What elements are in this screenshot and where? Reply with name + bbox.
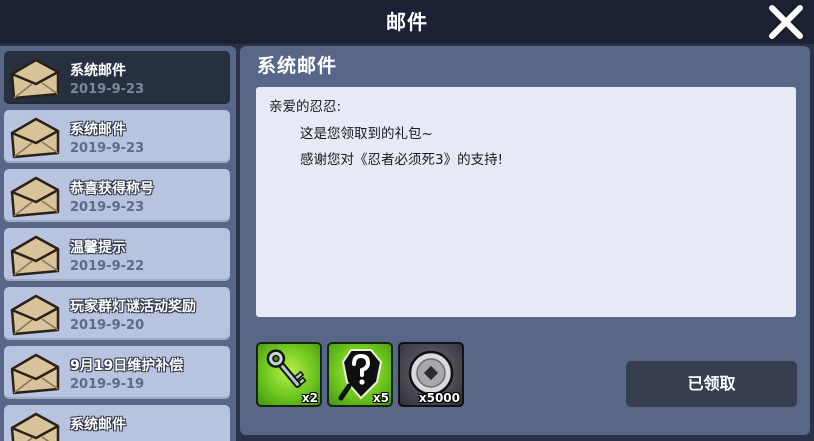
mail-date: 2019-9-19 — [70, 377, 145, 392]
message-line: 这是您领取到的礼包~ — [300, 126, 433, 142]
mail-item[interactable]: 9月19日维护补偿 2019-9-19 — [4, 346, 230, 399]
envelope-icon — [10, 117, 60, 159]
message-line: 感谢您对《忍者必须死3》的支持! — [300, 152, 504, 168]
mail-subject: 系统邮件 — [70, 63, 126, 79]
claimed-button[interactable]: 已领取 — [626, 361, 797, 407]
mail-list[interactable]: 系统邮件 2019-9-23 系统邮件 2019-9-23 恭喜获得称号 201… — [0, 46, 236, 441]
mail-subject: 系统邮件 — [70, 122, 126, 138]
mail-subject: 恭喜获得称号 — [70, 181, 154, 197]
close-icon — [766, 4, 806, 40]
reward-count: x2 — [301, 391, 318, 405]
mail-item[interactable]: 系统邮件 2019-9-23 — [4, 110, 230, 163]
reward-count: x5 — [372, 391, 389, 405]
mail-date: 2019-9-23 — [70, 200, 145, 215]
message-box: 亲爱的忍忍: 这是您领取到的礼包~ 感谢您对《忍者必须死3》的支持! — [256, 87, 796, 317]
mail-item[interactable]: 玩家群灯谜活动奖励 2019-9-20 — [4, 287, 230, 340]
mail-detail-title: 系统邮件 — [257, 55, 338, 77]
page-title: 邮件 — [386, 10, 428, 34]
mail-date: 2019-9-22 — [70, 259, 145, 274]
mail-subject: 系统邮件 — [70, 417, 126, 433]
mail-item[interactable]: 系统邮件 — [4, 405, 230, 441]
reward-item[interactable]: x5 — [327, 342, 393, 407]
mail-item[interactable]: 温馨提示 2019-9-22 — [4, 228, 230, 281]
mail-date: 2019-9-20 — [70, 318, 145, 333]
close-button[interactable] — [766, 4, 806, 40]
mail-subject: 温馨提示 — [70, 240, 126, 256]
envelope-icon — [10, 353, 60, 395]
envelope-icon — [10, 58, 60, 100]
envelope-icon — [10, 412, 60, 441]
mail-date: 2019-9-23 — [70, 141, 145, 156]
mail-subject: 玩家群灯谜活动奖励 — [70, 299, 196, 315]
message-greeting: 亲爱的忍忍: — [269, 99, 342, 115]
mail-date: 2019-9-23 — [70, 82, 145, 97]
mail-item[interactable]: 系统邮件 2019-9-23 — [4, 51, 230, 104]
mail-subject: 9月19日维护补偿 — [70, 358, 184, 374]
envelope-icon — [10, 176, 60, 218]
envelope-icon — [10, 294, 60, 336]
reward-item[interactable]: x5000 — [398, 342, 464, 407]
envelope-icon — [10, 235, 60, 277]
reward-count: x5000 — [418, 391, 460, 405]
reward-item[interactable]: x2 — [256, 342, 322, 407]
mail-detail-panel: 系统邮件 亲爱的忍忍: 这是您领取到的礼包~ 感谢您对《忍者必须死3》的支持! … — [240, 46, 810, 435]
mail-item[interactable]: 恭喜获得称号 2019-9-23 — [4, 169, 230, 222]
